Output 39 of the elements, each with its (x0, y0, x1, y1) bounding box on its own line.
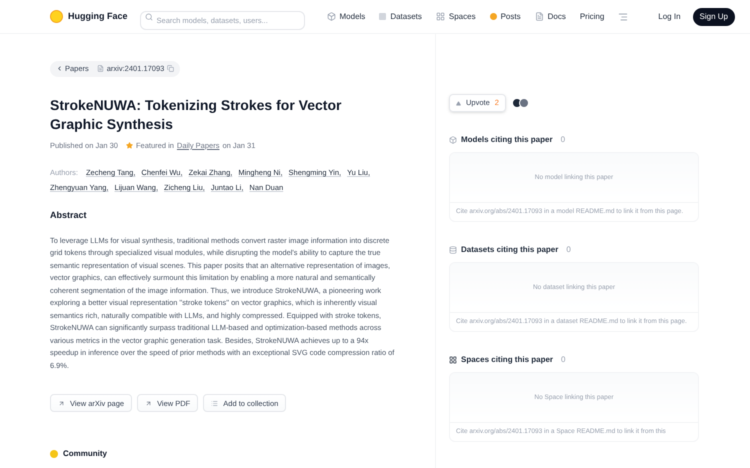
nav-link[interactable]: Models (326, 10, 366, 22)
section-heading: Spaces citing this paper (461, 354, 554, 366)
arrow-icon (145, 400, 152, 407)
nav-link[interactable]: Spaces (436, 10, 476, 22)
arrow-icon (58, 400, 65, 407)
cube-icon (449, 136, 457, 144)
square-icon (379, 13, 386, 20)
search-icon (144, 13, 153, 21)
brand-name[interactable]: Hugging Face (68, 10, 128, 24)
cube-icon (326, 12, 336, 21)
citing-count: 0 (566, 244, 571, 256)
signup-button[interactable]: Sign Up (692, 8, 735, 26)
login-link[interactable]: Log In (658, 10, 681, 22)
avatar[interactable] (518, 98, 529, 108)
menu-icon[interactable] (618, 12, 628, 22)
avatar[interactable] (512, 98, 522, 108)
community-heading: Community (63, 448, 107, 460)
citing-count: 0 (561, 354, 566, 366)
chevron-icon (56, 65, 63, 72)
section-heading: Models citing this paper (461, 134, 553, 146)
section-heading: Datasets citing this paper (461, 244, 558, 256)
document-icon (534, 12, 544, 21)
nav-link[interactable]: Datasets (379, 10, 422, 22)
nav-link[interactable]: Docs (534, 10, 566, 22)
document-icon (96, 65, 104, 72)
grid-icon (436, 12, 445, 21)
list-icon (211, 400, 218, 407)
triangle-icon (456, 100, 461, 106)
abstract-heading: Abstract (50, 209, 88, 222)
copy-icon[interactable] (167, 65, 174, 72)
grid-icon (449, 356, 457, 364)
nav-link[interactable]: Posts (490, 10, 521, 22)
paper-title: StrokeNUWA: Tokenizing Strokes for Vector Graphic Synthesis (50, 96, 342, 134)
database-icon (449, 246, 457, 254)
nav-link[interactable]: Pricing (580, 10, 604, 22)
community-icon (50, 450, 58, 458)
star-icon (126, 142, 133, 150)
logo-icon[interactable] (50, 10, 63, 23)
citing-count: 0 (560, 134, 566, 146)
